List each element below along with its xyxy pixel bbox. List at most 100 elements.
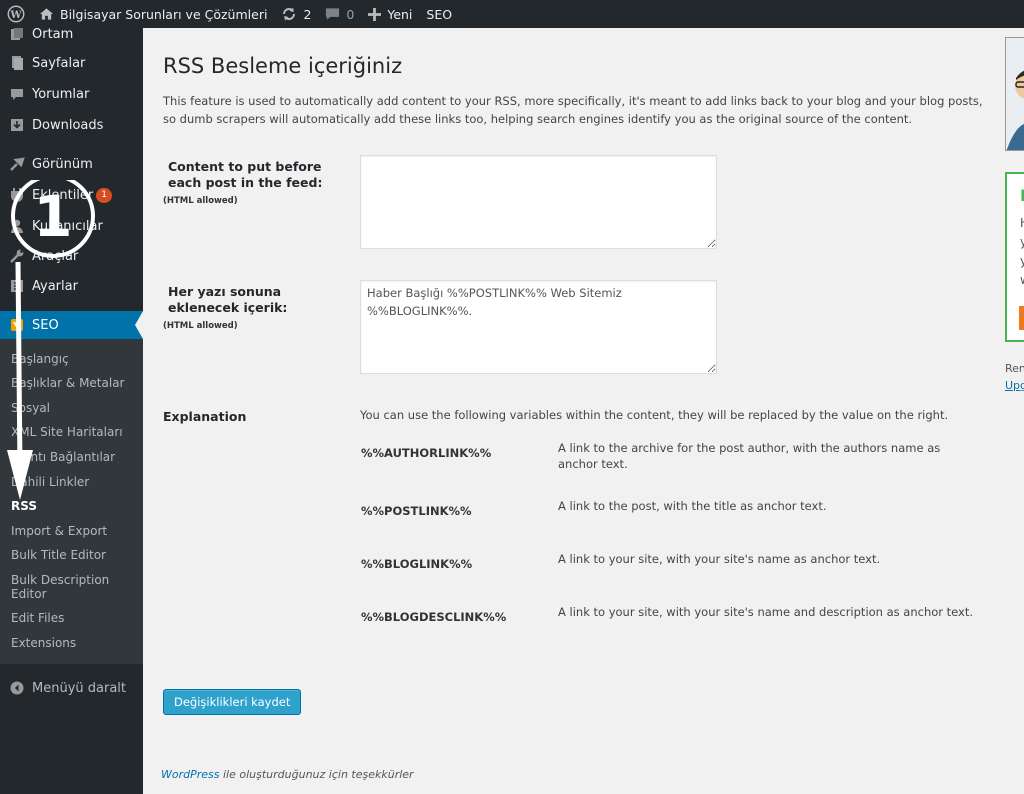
collapse-icon	[7, 681, 27, 695]
tools-icon	[7, 248, 27, 264]
seo-icon	[7, 317, 27, 333]
variable-name: %%BLOGDESCLINK%%	[361, 610, 507, 624]
promo-text: H	[1020, 216, 1024, 230]
submenu-item-rss[interactable]: RSS	[11, 499, 136, 513]
menu-label-appearance: Görünüm	[32, 156, 93, 172]
menu-label-downloads: Downloads	[32, 117, 104, 133]
home-icon	[39, 8, 54, 20]
menu-label-settings: Ayarlar	[32, 278, 78, 294]
menu-label-media: Ortam	[32, 26, 74, 42]
before-content-label-text: Content to put before each post in the f…	[168, 159, 323, 190]
promo-text: y	[1020, 235, 1024, 249]
explanation-intro: You can use the following variables with…	[360, 408, 949, 422]
menu-label-comments: Yorumlar	[32, 86, 90, 102]
menu-label-plugins: Eklentiler	[32, 187, 94, 203]
variable-name: %%AUTHORLINK%%	[361, 446, 492, 460]
wordpress-logo-icon: W	[7, 5, 25, 23]
submenu-item-titles-metas[interactable]: Başlıklar & Metalar	[11, 376, 136, 390]
main-content: RSS Besleme içeriğiniz This feature is u…	[143, 28, 1024, 794]
submenu-item-internal-links[interactable]: Dahili Linkler	[11, 475, 136, 489]
before-content-label: Content to put before each post in the f…	[163, 159, 348, 209]
variable-description: A link to your site, with your site's na…	[558, 552, 881, 566]
before-content-hint: (HTML allowed)	[163, 196, 238, 206]
variable-name: %%BLOGLINK%%	[361, 557, 473, 571]
comments-icon	[7, 87, 27, 102]
svg-text:W: W	[9, 10, 22, 21]
after-content-label-text: Her yazı sonuna eklenecek içerik:	[168, 284, 288, 315]
appearance-icon	[7, 156, 27, 172]
comments-count: 0	[346, 6, 355, 22]
seo-adminbar-label: SEO	[426, 6, 453, 22]
menu-label-seo: SEO	[32, 317, 59, 333]
seo-submenu: Başlangıç Başlıklar & Metalar Sosyal XML…	[0, 339, 143, 664]
submenu-item-social[interactable]: Sosyal	[11, 401, 136, 415]
promo-button[interactable]	[1019, 306, 1024, 330]
before-content-textarea[interactable]	[360, 155, 717, 249]
menu-label-pages: Sayfalar	[32, 55, 86, 71]
submenu-item-breadcrumbs[interactable]: Kırıntı Bağlantılar	[11, 450, 136, 464]
promo-text: y	[1020, 254, 1024, 268]
plugins-icon	[7, 187, 27, 203]
admin-sidebar: Ortam Sayfalar Yorumlar Downloads Görünü…	[0, 26, 143, 794]
menu-item-pages[interactable]: Sayfalar	[0, 49, 143, 77]
updates-icon	[283, 7, 296, 21]
download-icon	[7, 117, 27, 133]
promo-heading: I	[1020, 186, 1024, 205]
wordpress-logo-button[interactable]: W	[0, 0, 32, 28]
site-name-link[interactable]: Bilgisayar Sorunları ve Çözümleri	[32, 0, 274, 28]
menu-label-tools: Araçlar	[32, 248, 79, 264]
submenu-item-bulk-title-editor[interactable]: Bulk Title Editor	[11, 548, 136, 562]
submenu-item-xml-sitemaps[interactable]: XML Site Haritaları	[11, 425, 136, 439]
comment-bubble-icon	[326, 8, 340, 20]
intro-text: This feature is used to automatically ad…	[163, 94, 983, 126]
menu-item-seo[interactable]: SEO	[0, 311, 143, 339]
submenu-item-edit-files[interactable]: Edit Files	[11, 611, 136, 625]
updates-count: 2	[303, 6, 312, 22]
upgrade-link[interactable]: Upg	[1005, 379, 1024, 392]
settings-icon	[7, 278, 27, 294]
variable-description: A link to the archive for the post autho…	[558, 441, 941, 471]
submenu-item-bulk-description-editor[interactable]: Bulk Description Editor	[11, 573, 111, 601]
seo-adminbar-link[interactable]: SEO	[419, 0, 459, 28]
footer-text: WordPress ile oluşturduğunuz için teşekk…	[161, 768, 414, 781]
footer-wordpress-link[interactable]: WordPress	[161, 768, 220, 781]
updates-link[interactable]: 2	[274, 0, 318, 28]
after-content-textarea[interactable]: Haber Başlığı %%POSTLINK%% Web Sitemiz %…	[360, 280, 717, 374]
variable-description: A link to the post, with the title as an…	[558, 499, 827, 513]
save-changes-button[interactable]: Değişiklikleri kaydet	[163, 689, 302, 715]
promo-text: w	[1020, 273, 1024, 287]
menu-label-users: Kullanıcılar	[32, 218, 103, 234]
submenu-item-dashboard[interactable]: Başlangıç	[11, 352, 136, 366]
submenu-item-extensions[interactable]: Extensions	[11, 636, 136, 650]
new-label: Yeni	[387, 6, 413, 22]
plugins-update-badge: 1	[96, 187, 112, 203]
site-name-label: Bilgisayar Sorunları ve Çözümleri	[60, 6, 268, 22]
footer-thanks: ile oluşturduğunuz için teşekkürler	[219, 768, 414, 781]
new-content-link[interactable]: Yeni	[361, 0, 419, 28]
current-menu-arrow	[135, 311, 143, 339]
collapse-menu-button[interactable]: Menüyü daralt	[0, 674, 143, 702]
author-avatar	[1005, 37, 1024, 151]
variable-description: A link to your site, with your site's na…	[558, 605, 974, 619]
menu-item-appearance[interactable]: Görünüm	[0, 150, 143, 178]
pages-icon	[7, 55, 27, 71]
menu-item-tools[interactable]: Araçlar	[0, 242, 143, 270]
menu-item-downloads[interactable]: Downloads	[0, 111, 143, 139]
promo-box: I H y y w	[1005, 172, 1024, 342]
variable-name: %%POSTLINK%%	[361, 504, 472, 518]
menu-item-settings[interactable]: Ayarlar	[0, 272, 143, 300]
comments-link[interactable]: 0	[318, 0, 361, 28]
explanation-label: Explanation	[163, 409, 247, 424]
menu-item-plugins[interactable]: Eklentiler 1	[0, 181, 143, 209]
after-content-label: Her yazı sonuna eklenecek içerik: (HTML …	[163, 284, 348, 334]
submenu-item-import-export[interactable]: Import & Export	[11, 524, 136, 538]
media-icon	[7, 26, 27, 42]
after-content-hint: (HTML allowed)	[163, 321, 238, 331]
menu-item-users[interactable]: Kullanıcılar	[0, 212, 143, 240]
page-title: RSS Besleme içeriğiniz	[163, 54, 403, 78]
menu-item-comments[interactable]: Yorumlar	[0, 80, 143, 108]
users-icon	[7, 218, 27, 234]
plus-icon	[368, 7, 382, 21]
collapse-menu-label: Menüyü daralt	[32, 680, 126, 696]
side-text: Ren	[1005, 362, 1024, 375]
